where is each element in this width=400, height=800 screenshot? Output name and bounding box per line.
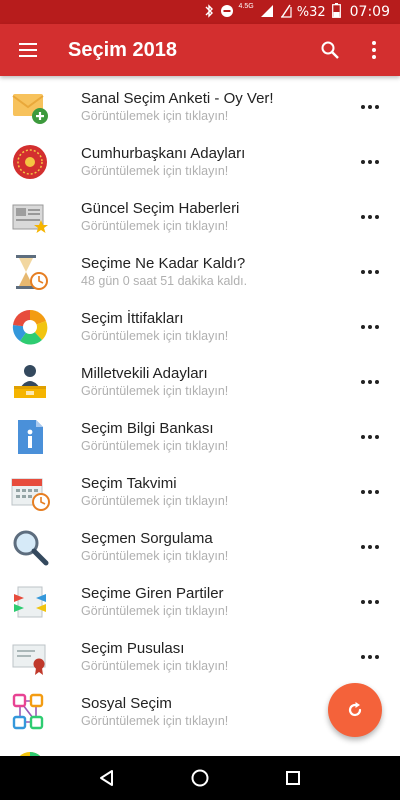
list-item-secime-giren-partiler[interactable]: Seçime Giren Partiler Görüntülemek için … (0, 574, 400, 629)
screen: 4.5G %32 07:09 Seçim 2018 Sanal Seçim An… (0, 0, 400, 800)
more-vert-icon (372, 41, 376, 59)
list-item-secim-ittifaklari[interactable]: Seçim İttifakları Görüntülemek için tıkl… (0, 299, 400, 354)
battery-saver-icon (280, 4, 292, 21)
list-item-milletvekili-adaylari[interactable]: Milletvekili Adayları Görüntülemek için … (0, 354, 400, 409)
item-more-button[interactable] (350, 472, 390, 512)
status-bar: 4.5G %32 07:09 (0, 0, 400, 24)
item-subtitle: Görüntülemek için tıklayın! (81, 548, 229, 563)
home-button[interactable] (180, 758, 220, 798)
flags-document-icon (8, 580, 52, 624)
home-icon (191, 769, 209, 787)
menu-button[interactable] (0, 24, 56, 76)
item-title: Güncel Seçim Haberleri (81, 199, 240, 217)
item-title: Seçmen Sorgulama (81, 529, 213, 547)
search-button[interactable] (308, 24, 352, 76)
item-subtitle: Görüntülemek için tıklayın! (81, 658, 229, 673)
item-more-button[interactable] (350, 362, 390, 402)
partial-item-icon (8, 745, 52, 756)
back-icon (99, 770, 113, 786)
hamburger-menu-icon (19, 43, 37, 57)
recents-icon (286, 771, 301, 785)
presidential-seal-icon (8, 140, 52, 184)
do-not-disturb-icon (220, 4, 234, 21)
list-item-secim-bilgi-bankasi[interactable]: Seçim Bilgi Bankası Görüntülemek için tı… (0, 409, 400, 464)
social-network-icon (8, 690, 52, 734)
item-title: Seçime Giren Partiler (81, 584, 224, 602)
item-title: Seçime Ne Kadar Kaldı? (81, 254, 246, 272)
more-horiz-icon (361, 104, 379, 109)
item-more-button[interactable] (350, 87, 390, 127)
overflow-menu-button[interactable] (352, 24, 396, 76)
item-title: Sosyal Seçim (81, 694, 172, 712)
item-subtitle: Görüntülemek için tıklayın! (81, 328, 229, 343)
recents-button[interactable] (273, 758, 313, 798)
item-more-button[interactable] (350, 142, 390, 182)
signal-icon (260, 4, 274, 21)
list-item-secmen-sorgulama[interactable]: Seçmen Sorgulama Görüntülemek için tıkla… (0, 519, 400, 574)
more-horiz-icon (361, 599, 379, 604)
refresh-fab[interactable] (328, 683, 382, 737)
item-subtitle: 48 gün 0 saat 51 dakika kaldı. (81, 273, 248, 288)
list-item-secim-takvimi[interactable]: Seçim Takvimi Görüntülemek için tıklayın… (0, 464, 400, 519)
item-more-button[interactable] (350, 582, 390, 622)
item-title: Seçim Pusulası (81, 639, 185, 657)
battery-icon (331, 3, 341, 21)
list-item-secime-ne-kadar-kaldi[interactable]: Seçime Ne Kadar Kaldı? 48 gün 0 saat 51 … (0, 244, 400, 299)
item-subtitle: Görüntülemek için tıklayın! (81, 108, 229, 123)
more-horiz-icon (361, 324, 379, 329)
item-subtitle: Görüntülemek için tıklayın! (81, 713, 229, 728)
item-title: Seçim Takvimi (81, 474, 177, 492)
list-item-cumhurbaskani-adaylari[interactable]: Cumhurbaşkanı Adayları Görüntülemek için… (0, 134, 400, 189)
more-horiz-icon (361, 544, 379, 549)
item-title: Sanal Seçim Anketi - Oy Ver! (81, 89, 274, 107)
search-icon (321, 41, 339, 59)
item-more-button[interactable] (350, 527, 390, 567)
item-subtitle: Görüntülemek için tıklayın! (81, 438, 229, 453)
more-horiz-icon (361, 434, 379, 439)
item-subtitle: Görüntülemek için tıklayın! (81, 383, 229, 398)
item-subtitle: Görüntülemek için tıklayın! (81, 603, 229, 618)
item-title: Seçim İttifakları (81, 309, 184, 327)
item-more-button[interactable] (350, 637, 390, 677)
more-horiz-icon (361, 654, 379, 659)
list-item-partial[interactable] (0, 739, 400, 756)
more-horiz-icon (361, 379, 379, 384)
battery-percent: %32 (296, 4, 326, 20)
menu-list: Sanal Seçim Anketi - Oy Ver! Görüntüleme… (0, 76, 400, 756)
envelope-add-icon (8, 85, 52, 129)
certificate-icon (8, 635, 52, 679)
calendar-clock-icon (8, 470, 52, 514)
clock: 07:09 (349, 4, 390, 20)
info-document-icon (8, 415, 52, 459)
news-star-icon (8, 195, 52, 239)
item-more-button[interactable] (350, 252, 390, 292)
item-subtitle: Görüntülemek için tıklayın! (81, 218, 229, 233)
hourglass-clock-icon (8, 250, 52, 294)
network-type-label: 4.5G (238, 3, 254, 10)
item-title: Milletvekili Adayları (81, 364, 208, 382)
magnifier-icon (8, 525, 52, 569)
app-bar: Seçim 2018 (0, 24, 400, 76)
back-button[interactable] (87, 758, 127, 798)
more-horiz-icon (361, 159, 379, 164)
item-title: Cumhurbaşkanı Adayları (81, 144, 246, 162)
more-horiz-icon (361, 489, 379, 494)
item-more-button[interactable] (350, 307, 390, 347)
item-more-button[interactable] (350, 197, 390, 237)
list-item-sanal-secim-anketi[interactable]: Sanal Seçim Anketi - Oy Ver! Görüntüleme… (0, 79, 400, 134)
color-wheel-icon (8, 305, 52, 349)
item-more-button[interactable] (350, 417, 390, 457)
system-nav-bar (0, 756, 400, 800)
item-subtitle: Görüntülemek için tıklayın! (81, 493, 229, 508)
list-item-guncel-secim-haberleri[interactable]: Güncel Seçim Haberleri Görüntülemek için… (0, 189, 400, 244)
speaker-podium-icon (8, 360, 52, 404)
list-item-secim-pusulasi[interactable]: Seçim Pusulası Görüntülemek için tıklayı… (0, 629, 400, 684)
bluetooth-icon (204, 3, 214, 21)
app-title: Seçim 2018 (68, 38, 177, 61)
item-subtitle: Görüntülemek için tıklayın! (81, 163, 229, 178)
refresh-icon (348, 702, 362, 717)
more-horiz-icon (361, 214, 379, 219)
item-title: Seçim Bilgi Bankası (81, 419, 214, 437)
more-horiz-icon (361, 269, 379, 274)
